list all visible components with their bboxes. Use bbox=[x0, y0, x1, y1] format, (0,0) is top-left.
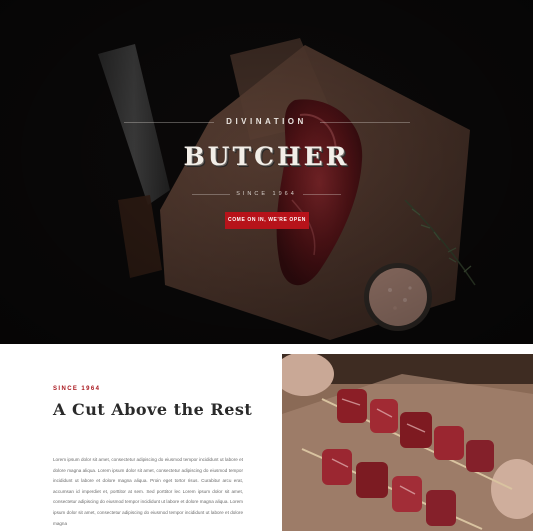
kebab-image bbox=[282, 354, 533, 531]
hero-title: BUTCHER bbox=[183, 142, 350, 171]
hero-section: DIVINATION BUTCHER SINCE 1964 COME ON IN… bbox=[0, 0, 533, 344]
about-eyebrow: SINCE 1964 bbox=[53, 386, 101, 392]
cta-open-button[interactable]: COME ON IN, WE'RE OPEN bbox=[225, 212, 309, 229]
kebab-photo bbox=[282, 354, 533, 531]
hero-content: DIVINATION BUTCHER SINCE 1964 COME ON IN… bbox=[0, 0, 533, 344]
hero-eyebrow: DIVINATION bbox=[226, 117, 307, 126]
about-body-text: Lorem ipsum dolor sit amet, consectetur … bbox=[53, 457, 243, 526]
hero-since: SINCE 1964 bbox=[236, 191, 297, 197]
about-heading: A Cut Above the Rest bbox=[53, 400, 253, 419]
